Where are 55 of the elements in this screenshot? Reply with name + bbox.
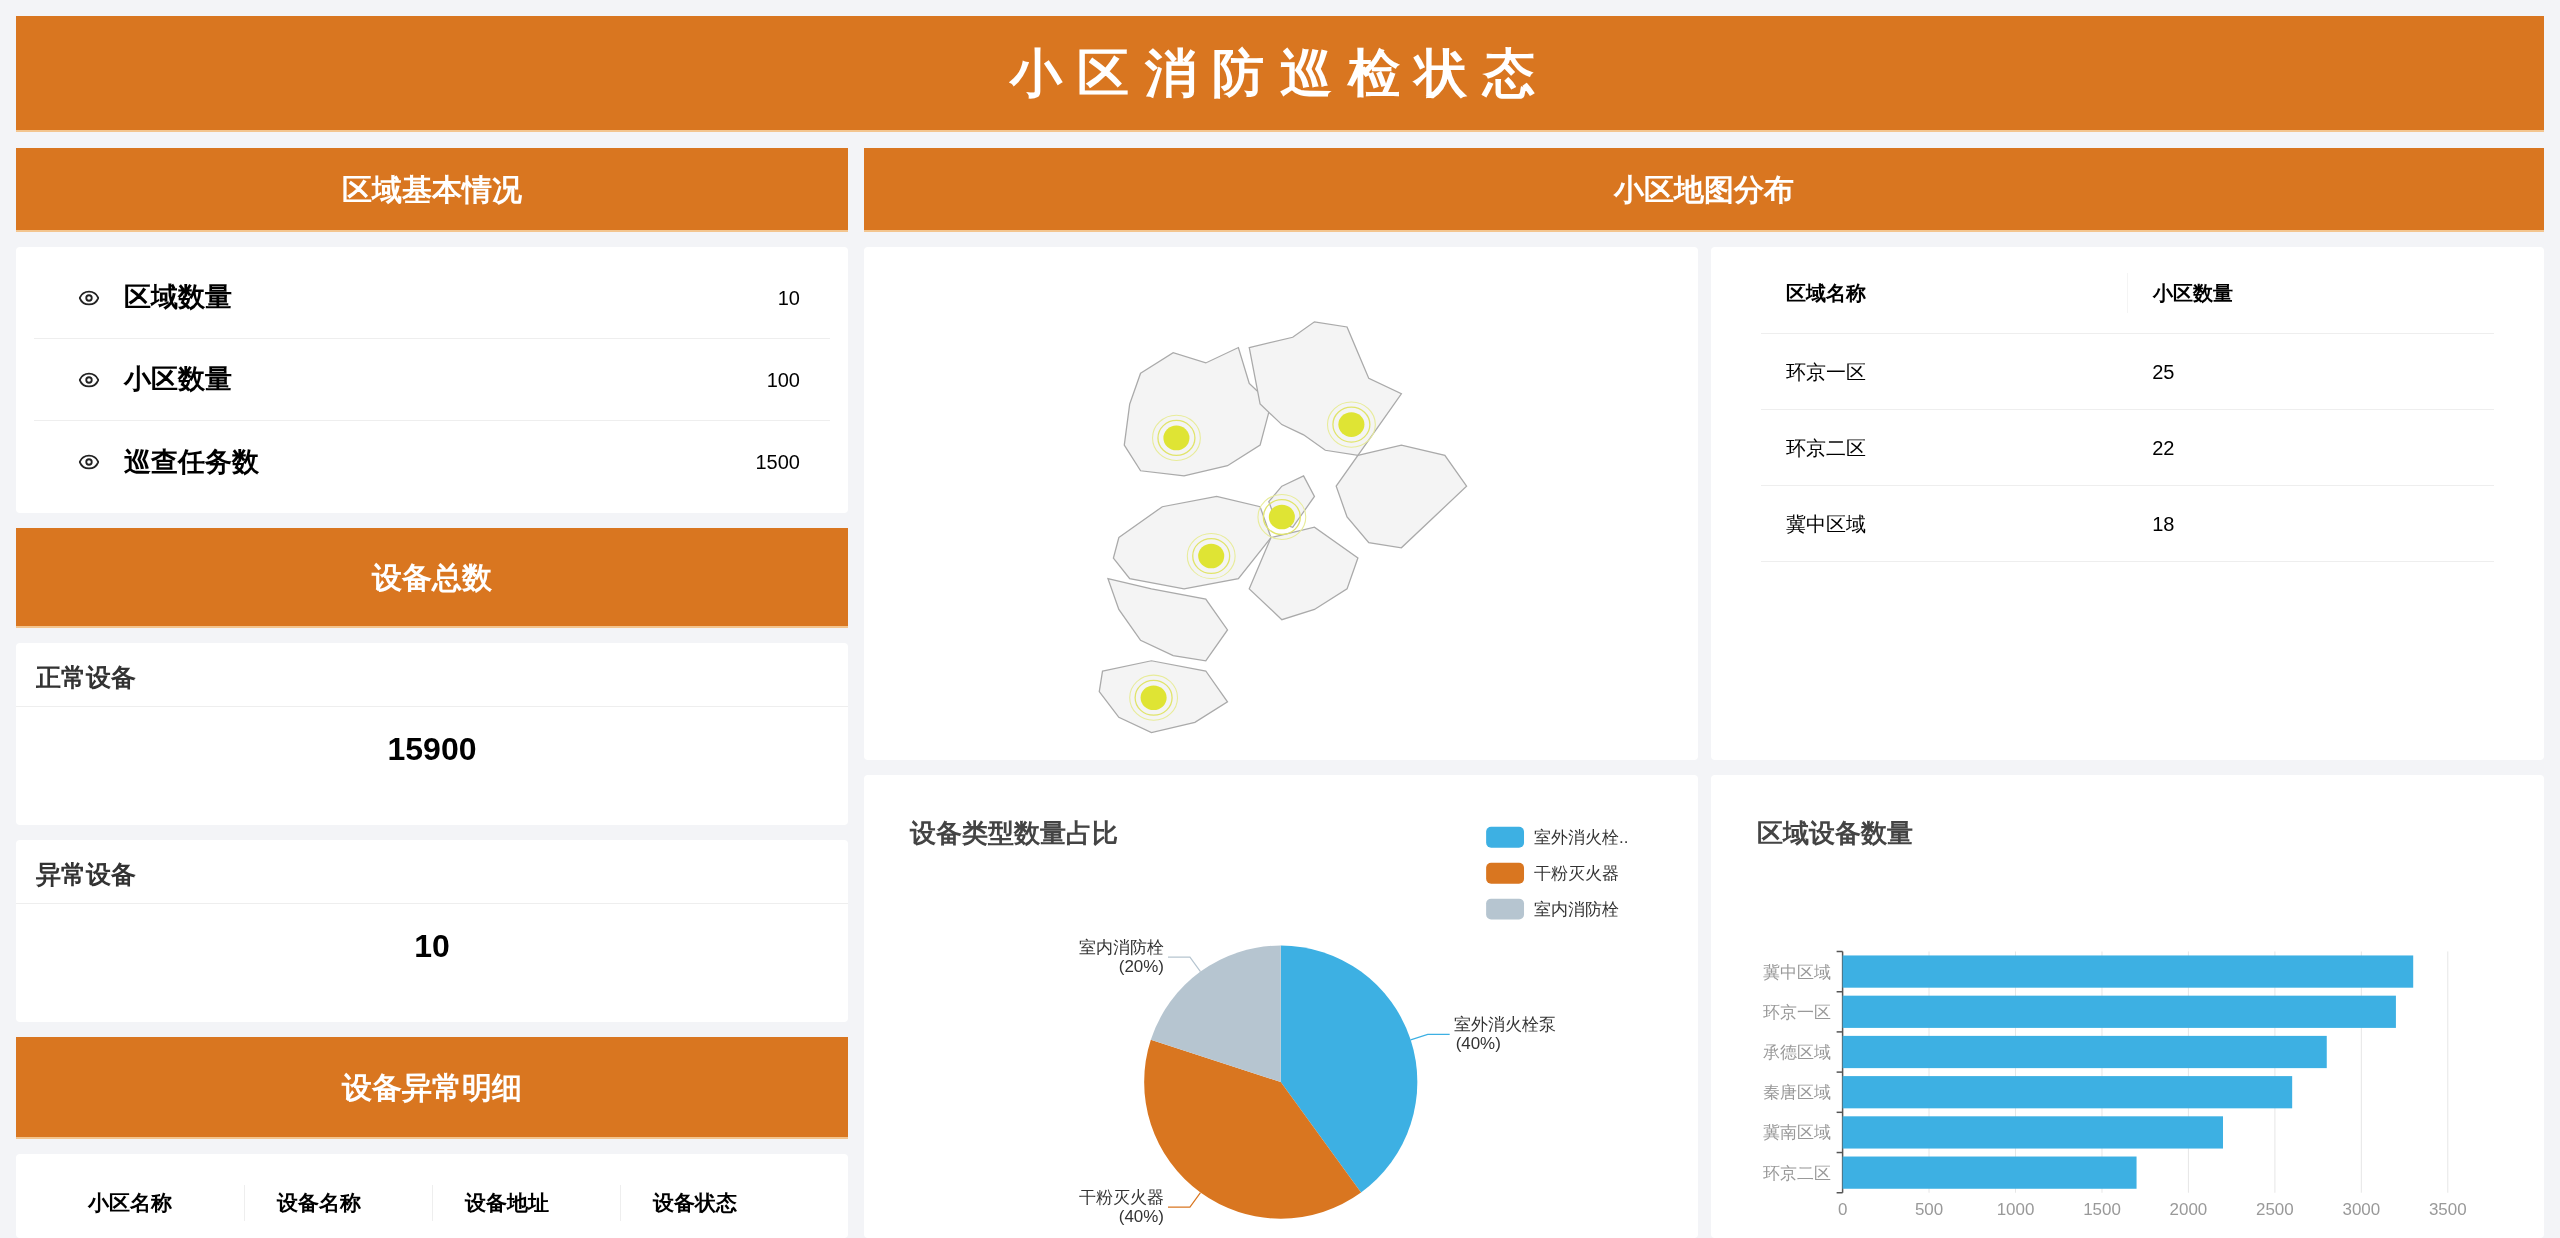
stat-label: 区域数量	[124, 281, 232, 315]
leader-line	[1167, 1192, 1202, 1208]
axis-tick-label: 2500	[2255, 1199, 2294, 1219]
column-header: 小区数量	[2153, 280, 2234, 306]
legend-swatch[interactable]	[1486, 862, 1524, 884]
legend-swatch[interactable]	[1486, 826, 1524, 848]
slice-label: 干粉灭火器 (40%)	[1079, 1188, 1164, 1227]
stat-value: 100	[766, 367, 800, 393]
legend-swatch[interactable]	[1486, 898, 1524, 920]
table-cell-text: 环京一区	[1784, 359, 1867, 385]
column-header: 小区名称	[88, 1190, 172, 1217]
section-header: 区域基本情况	[16, 148, 848, 232]
stat-label: 小区数量	[124, 363, 232, 397]
stat-value: 15900	[387, 730, 477, 769]
slice-label: 室内消防栓 (20%)	[1079, 938, 1164, 976]
table-cell-text: 冀中区域	[1784, 511, 1867, 537]
leader-line	[1410, 1033, 1451, 1041]
section-header: 小区地图分布	[864, 148, 2544, 232]
axis-category-label: 环京一区	[1762, 1002, 1831, 1022]
stat-label: 巡查任务数	[124, 445, 259, 479]
table-cell-text: 18	[2151, 511, 2176, 537]
slice-label: 室外消火栓泵 (40%)	[1453, 1015, 1556, 1054]
table-cell-text: 25	[2151, 359, 2176, 385]
axis-category-label: 冀中区域	[1762, 962, 1831, 982]
axis-tick-label: 2000	[2169, 1199, 2207, 1219]
table-cell-text: 环京二区	[1784, 435, 1867, 461]
stat-label: 异常设备	[36, 858, 136, 890]
legend-label[interactable]: 室外消火栓..	[1534, 827, 1629, 847]
column-header: 设备名称	[277, 1190, 361, 1217]
leader-line	[1167, 956, 1202, 973]
chart-title: 设备类型数量占比	[909, 818, 1118, 847]
section-header: 设备异常明细	[16, 1037, 848, 1139]
column-header: 设备地址	[465, 1190, 549, 1217]
column-header: 区域名称	[1785, 280, 1866, 306]
axis-tick-label: 500	[1914, 1199, 1943, 1219]
legend-label[interactable]: 室内消防栓	[1534, 899, 1619, 919]
axis-tick-label: 0	[1837, 1199, 1847, 1219]
axis-category-label: 秦唐区域	[1762, 1083, 1831, 1103]
chart-title: 区域设备数量	[1756, 818, 1913, 847]
stat-value: 10	[414, 927, 450, 966]
stat-value: 1500	[755, 450, 800, 475]
section-header: 设备总数	[16, 528, 848, 628]
axis-tick-label: 3500	[2428, 1199, 2467, 1219]
axis-category-label: 冀南区域	[1762, 1123, 1831, 1143]
axis-category-label: 承德区域	[1762, 1043, 1831, 1062]
table-cell-text: 22	[2151, 435, 2176, 461]
axis-tick-label: 1000	[1996, 1199, 2034, 1219]
axis-tick-label: 3000	[2342, 1199, 2380, 1219]
column-header: 设备状态	[653, 1190, 737, 1217]
legend-label[interactable]: 干粉灭火器	[1534, 863, 1619, 883]
stat-value: 10	[777, 285, 800, 311]
axis-tick-label: 1500	[2082, 1199, 2121, 1219]
page-title: 小区消防巡检状态	[16, 16, 2544, 132]
stat-label: 正常设备	[36, 661, 136, 693]
axis-category-label: 环京二区	[1762, 1163, 1831, 1183]
